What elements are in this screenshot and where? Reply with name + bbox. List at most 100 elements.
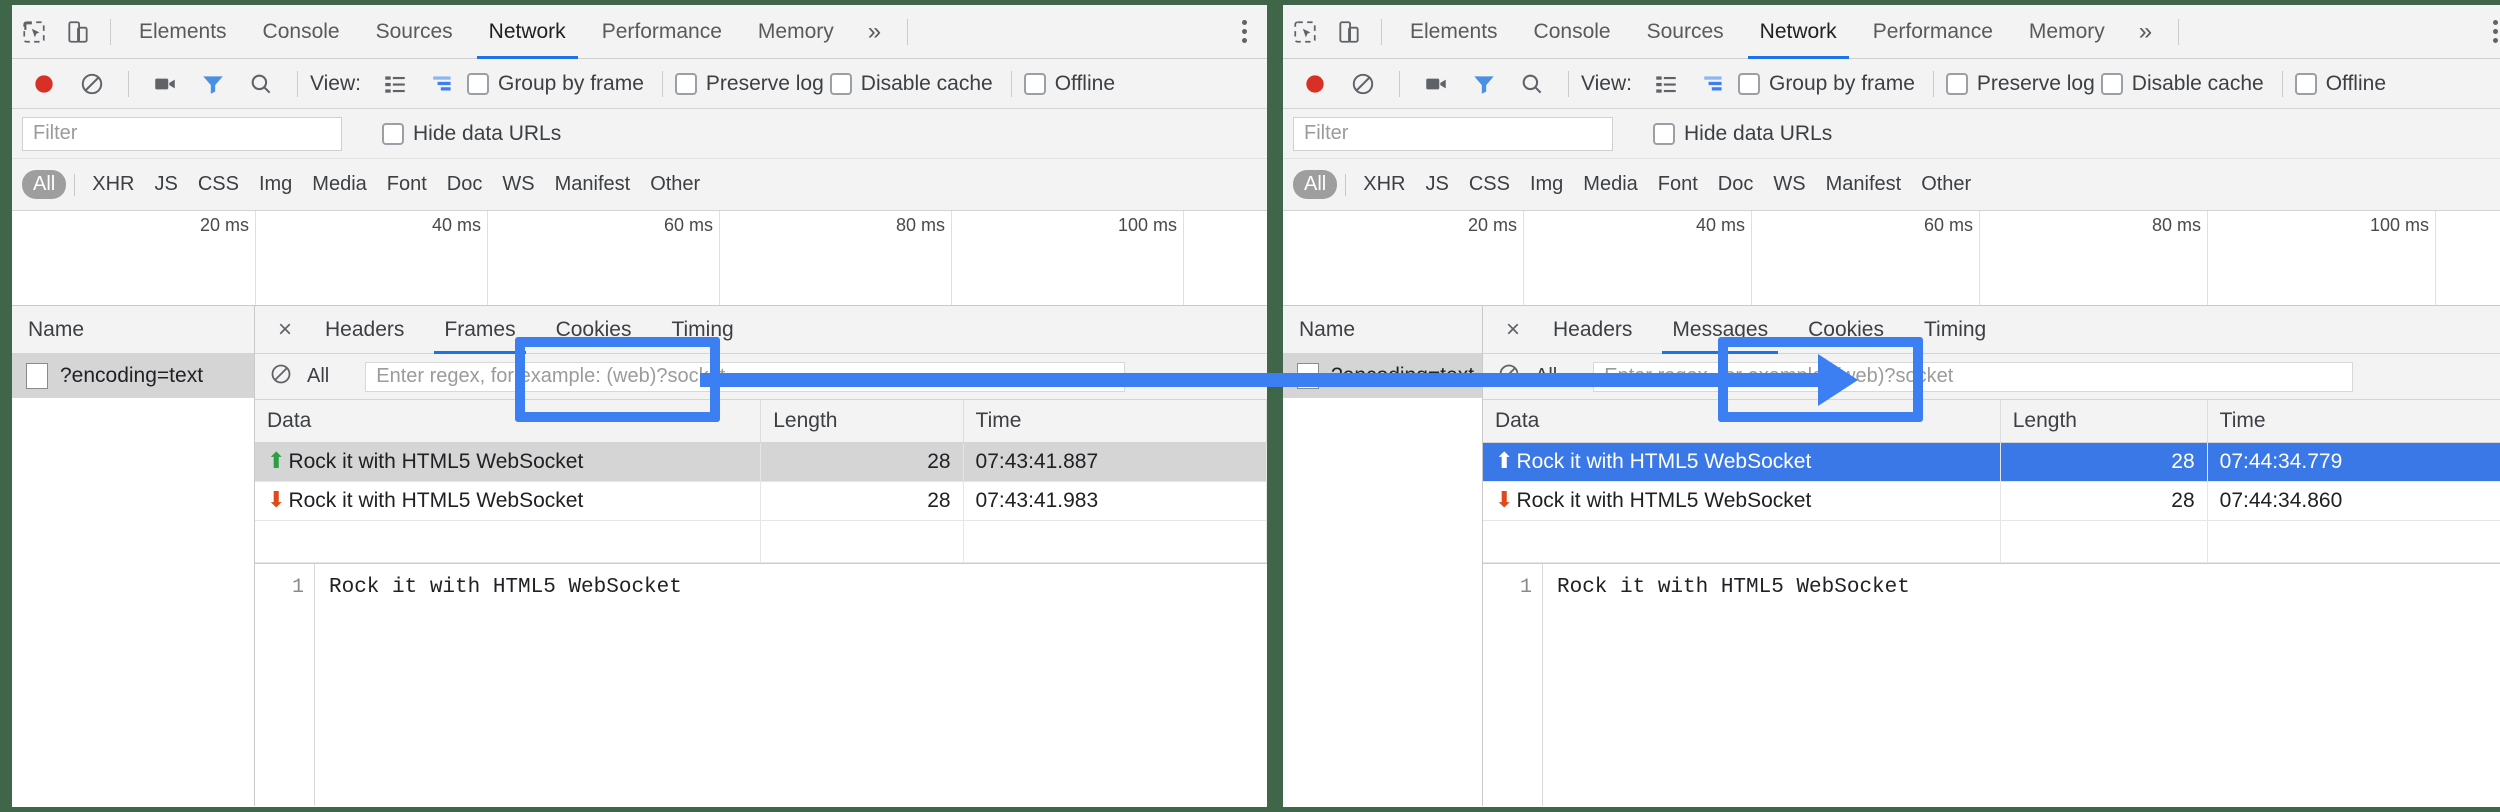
record-icon[interactable]	[20, 60, 68, 108]
type-filter-all[interactable]: All	[1293, 170, 1337, 199]
devtools-overflow-chevron-icon[interactable]: »	[2123, 5, 2168, 59]
device-toolbar-icon[interactable]	[1327, 10, 1371, 54]
type-filter-img[interactable]: Img	[250, 170, 301, 199]
table-row[interactable]: ⬇Rock it with HTML5 WebSocket 28 07:44:3…	[1483, 482, 2500, 521]
requests-column-header[interactable]: Name	[12, 306, 254, 354]
detail-tab-timing[interactable]: Timing	[1904, 306, 2006, 354]
col-header-length[interactable]: Length	[2000, 400, 2207, 443]
type-filter-doc[interactable]: Doc	[1709, 170, 1763, 199]
devtools-tab-network[interactable]: Network	[471, 5, 584, 59]
type-filter-manifest[interactable]: Manifest	[1817, 170, 1911, 199]
more-options-icon[interactable]	[2473, 5, 2500, 59]
detail-tab-headers[interactable]: Headers	[305, 306, 424, 354]
checkbox-box[interactable]	[830, 73, 852, 95]
more-options-icon[interactable]	[1222, 5, 1267, 59]
search-icon[interactable]	[237, 60, 285, 108]
inspect-element-icon[interactable]	[1283, 10, 1327, 54]
type-filter-css[interactable]: CSS	[1460, 170, 1519, 199]
clear-icon[interactable]	[1339, 60, 1387, 108]
detail-tab-messages[interactable]: Messages	[1652, 306, 1788, 354]
devtools-tab-memory[interactable]: Memory	[740, 5, 852, 59]
inspect-element-icon[interactable]	[12, 10, 56, 54]
type-filter-ws[interactable]: WS	[1764, 170, 1814, 199]
checkbox-box[interactable]	[1653, 123, 1675, 145]
filter-input[interactable]: Filter	[22, 117, 342, 151]
detail-tab-frames[interactable]: Frames	[424, 306, 535, 354]
checkbox-preserve-log[interactable]: Preserve log	[1946, 72, 2095, 96]
block-icon[interactable]	[1497, 362, 1521, 391]
col-header-data[interactable]: Data	[255, 400, 761, 443]
message-regex-input[interactable]: Enter regex, for example: (web)?socket	[1593, 362, 2353, 392]
detail-tab-cookies[interactable]: Cookies	[536, 306, 652, 354]
type-filter-doc[interactable]: Doc	[438, 170, 492, 199]
close-icon[interactable]: ×	[265, 306, 305, 354]
close-icon[interactable]: ×	[1493, 306, 1533, 354]
table-row[interactable]: ⬆Rock it with HTML5 WebSocket 28 07:44:3…	[1483, 443, 2500, 482]
col-header-time[interactable]: Time	[2207, 400, 2500, 443]
checkbox-disable-cache[interactable]: Disable cache	[830, 72, 993, 96]
filter-funnel-icon[interactable]	[189, 60, 237, 108]
checkbox-offline[interactable]: Offline	[1024, 72, 1115, 96]
devtools-tab-sources[interactable]: Sources	[358, 5, 471, 59]
screenshot-camera-icon[interactable]	[1412, 60, 1460, 108]
checkbox-box[interactable]	[2295, 73, 2317, 95]
checkbox-box[interactable]	[467, 73, 489, 95]
list-view-icon[interactable]	[1642, 60, 1690, 108]
message-filter-all[interactable]: All	[307, 365, 329, 388]
clear-icon[interactable]	[68, 60, 116, 108]
type-filter-js[interactable]: JS	[145, 170, 186, 199]
list-view-icon[interactable]	[371, 60, 419, 108]
message-filter-all[interactable]: All	[1535, 365, 1557, 388]
detail-tab-headers[interactable]: Headers	[1533, 306, 1652, 354]
screenshot-camera-icon[interactable]	[141, 60, 189, 108]
type-filter-manifest[interactable]: Manifest	[546, 170, 640, 199]
type-filter-other[interactable]: Other	[641, 170, 709, 199]
detail-tab-cookies[interactable]: Cookies	[1788, 306, 1904, 354]
type-filter-media[interactable]: Media	[303, 170, 375, 199]
checkbox-group-by-frame[interactable]: Group by frame	[1738, 72, 1915, 96]
devtools-tab-elements[interactable]: Elements	[121, 5, 245, 59]
type-filter-font[interactable]: Font	[1649, 170, 1707, 199]
filter-funnel-icon[interactable]	[1460, 60, 1508, 108]
checkbox-hide-data-urls[interactable]: Hide data URLs	[1653, 122, 1832, 146]
request-row[interactable]: ?encoding=text	[12, 354, 254, 398]
devtools-tab-sources[interactable]: Sources	[1629, 5, 1742, 59]
col-header-data[interactable]: Data	[1483, 400, 2000, 443]
table-row[interactable]: ⬇Rock it with HTML5 WebSocket 28 07:43:4…	[255, 482, 1267, 521]
col-header-time[interactable]: Time	[963, 400, 1266, 443]
type-filter-media[interactable]: Media	[1574, 170, 1646, 199]
type-filter-ws[interactable]: WS	[493, 170, 543, 199]
request-row[interactable]: ?encoding=text	[1283, 354, 1482, 398]
devtools-overflow-chevron-icon[interactable]: »	[852, 5, 897, 59]
type-filter-other[interactable]: Other	[1912, 170, 1980, 199]
checkbox-box[interactable]	[2101, 73, 2123, 95]
type-filter-font[interactable]: Font	[378, 170, 436, 199]
checkbox-box[interactable]	[675, 73, 697, 95]
filter-input[interactable]: Filter	[1293, 117, 1613, 151]
network-timeline-overview-right[interactable]: 20 ms 40 ms 60 ms 80 ms 100 ms	[1283, 211, 2500, 306]
devtools-tab-console[interactable]: Console	[1516, 5, 1629, 59]
detail-tab-timing[interactable]: Timing	[651, 306, 753, 354]
search-icon[interactable]	[1508, 60, 1556, 108]
waterfall-view-icon[interactable]	[1690, 60, 1738, 108]
type-filter-xhr[interactable]: XHR	[1354, 170, 1414, 199]
device-toolbar-icon[interactable]	[56, 10, 100, 54]
checkbox-preserve-log[interactable]: Preserve log	[675, 72, 824, 96]
checkbox-box[interactable]	[1024, 73, 1046, 95]
checkbox-disable-cache[interactable]: Disable cache	[2101, 72, 2264, 96]
devtools-tab-console[interactable]: Console	[245, 5, 358, 59]
message-regex-input[interactable]: Enter regex, for example: (web)?socket	[365, 362, 1125, 392]
devtools-tab-memory[interactable]: Memory	[2011, 5, 2123, 59]
type-filter-img[interactable]: Img	[1521, 170, 1572, 199]
type-filter-all[interactable]: All	[22, 170, 66, 199]
checkbox-offline[interactable]: Offline	[2295, 72, 2386, 96]
type-filter-xhr[interactable]: XHR	[83, 170, 143, 199]
network-timeline-overview-left[interactable]: 20 ms 40 ms 60 ms 80 ms 100 ms	[12, 211, 1267, 306]
checkbox-hide-data-urls[interactable]: Hide data URLs	[382, 122, 561, 146]
record-icon[interactable]	[1291, 60, 1339, 108]
checkbox-group-by-frame[interactable]: Group by frame	[467, 72, 644, 96]
checkbox-box[interactable]	[1946, 73, 1968, 95]
table-row[interactable]: ⬆Rock it with HTML5 WebSocket 28 07:43:4…	[255, 443, 1267, 482]
col-header-length[interactable]: Length	[761, 400, 963, 443]
waterfall-view-icon[interactable]	[419, 60, 467, 108]
